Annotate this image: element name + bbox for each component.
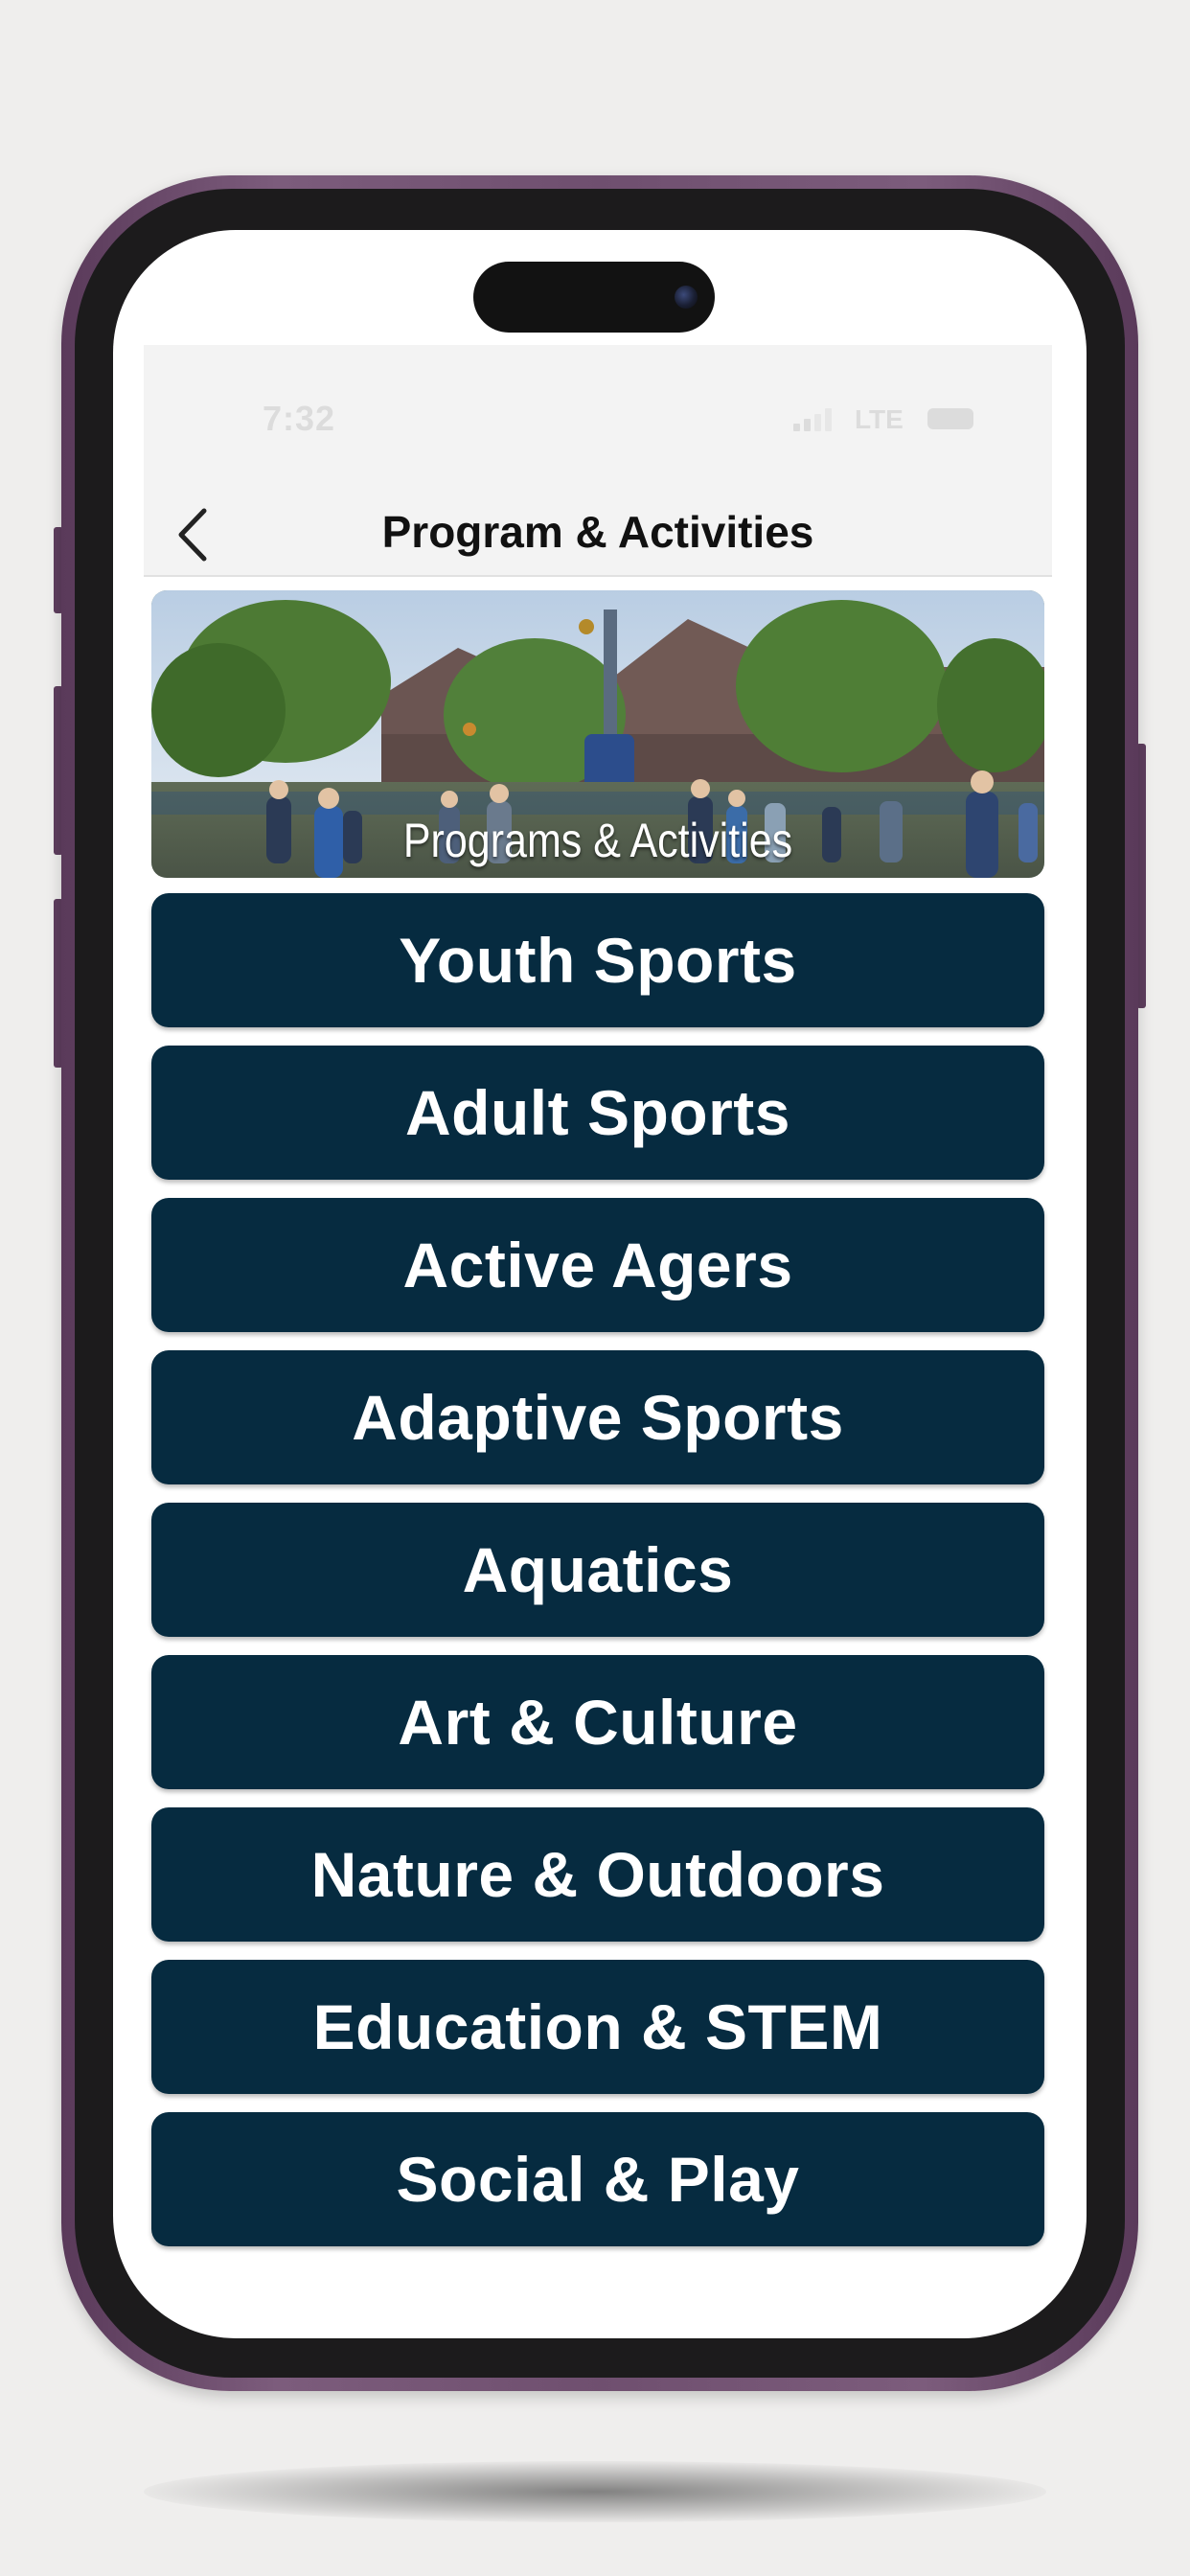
camera-icon bbox=[675, 286, 698, 309]
device-shadow bbox=[144, 2461, 1046, 2522]
nature-outdoors-label: Nature & Outdoors bbox=[310, 1839, 885, 1910]
status-bar: 7:32 LTE bbox=[144, 345, 1052, 489]
nature-outdoors-button[interactable]: Nature & Outdoors bbox=[151, 1807, 1044, 1942]
mockup-stage: 7:32 LTE Program & Activities Programs &… bbox=[0, 0, 1190, 2576]
social-play-button[interactable]: Social & Play bbox=[151, 2112, 1044, 2246]
aquatics-label: Aquatics bbox=[462, 1534, 734, 1605]
youth-sports-label: Youth Sports bbox=[399, 925, 797, 996]
banner-caption: Programs & Activities bbox=[402, 814, 793, 867]
page-title: Program & Activities bbox=[381, 507, 814, 557]
battery-icon bbox=[927, 408, 973, 429]
back-button[interactable] bbox=[161, 496, 222, 573]
education-stem-label: Education & STEM bbox=[312, 1991, 883, 2062]
banner-image: Programs & Activities bbox=[151, 590, 1044, 878]
network-label: LTE bbox=[855, 404, 904, 434]
art-culture-label: Art & Culture bbox=[398, 1687, 798, 1758]
chevron-left-icon bbox=[178, 508, 207, 562]
adaptive-sports-label: Adaptive Sports bbox=[352, 1382, 844, 1453]
active-agers-label: Active Agers bbox=[402, 1230, 793, 1300]
adult-sports-label: Adult Sports bbox=[405, 1077, 790, 1148]
social-play-label: Social & Play bbox=[396, 2144, 800, 2215]
dynamic-island bbox=[473, 262, 715, 333]
active-agers-button[interactable]: Active Agers bbox=[151, 1198, 1044, 1332]
art-culture-button[interactable]: Art & Culture bbox=[151, 1655, 1044, 1789]
status-time: 7:32 bbox=[263, 399, 336, 438]
youth-sports-button[interactable]: Youth Sports bbox=[151, 893, 1044, 1027]
app-view: 7:32 LTE Program & Activities Programs &… bbox=[144, 345, 1052, 2262]
program-menu: Youth Sports Adult Sports Active Agers A… bbox=[151, 893, 1044, 2265]
adult-sports-button[interactable]: Adult Sports bbox=[151, 1046, 1044, 1180]
signal-icon bbox=[793, 408, 834, 431]
aquatics-button[interactable]: Aquatics bbox=[151, 1503, 1044, 1637]
navigation-bar: 7:32 LTE Program & Activities bbox=[144, 345, 1052, 577]
adaptive-sports-button[interactable]: Adaptive Sports bbox=[151, 1350, 1044, 1484]
education-stem-button[interactable]: Education & STEM bbox=[151, 1960, 1044, 2094]
